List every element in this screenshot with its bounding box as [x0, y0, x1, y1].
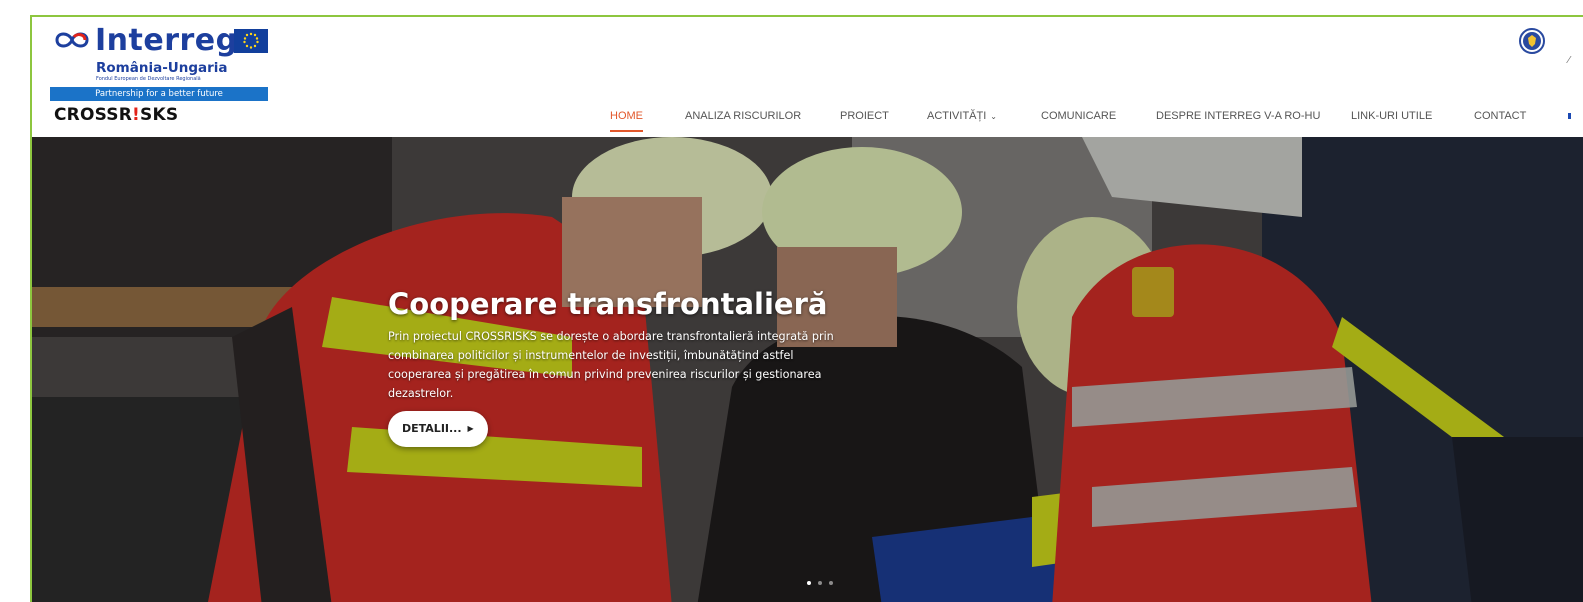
slider-dot[interactable] [818, 581, 822, 585]
hero-description: Prin proiectul CROSSRISKS se dorește o a… [388, 330, 834, 400]
nav-item-analiza-riscurilor[interactable]: ANALIZA RISCURILOR [685, 106, 801, 126]
nav-item-home[interactable]: HOME [610, 106, 643, 132]
caret-right-icon: ▶ [467, 424, 474, 433]
interreg-symbol-icon [55, 32, 89, 48]
main-nav: HOME ANALIZA RISCURILOR PROIECT ACTIVITĂ… [32, 106, 1583, 132]
nav-label: COMUNICARE [1041, 110, 1117, 122]
logo-tagline: Partnership for a better future [50, 87, 268, 101]
details-button-label: DETALII... [402, 422, 462, 435]
hero-title: Cooperare transfrontalieră [388, 287, 828, 321]
nav-item-contact[interactable]: CONTACT [1474, 106, 1526, 126]
nav-item-proiect[interactable]: PROIECT [840, 106, 889, 126]
site-header: Interreg România-Ungaria Fondul European… [32, 17, 1583, 137]
chevron-down-icon: ⌄ [990, 112, 997, 121]
eu-flag-icon [234, 29, 268, 53]
nav-label: ANALIZA RISCURILOR [685, 110, 802, 122]
nav-item-activitati[interactable]: ACTIVITĂȚI ⌄ [927, 106, 997, 127]
nav-item-despre-interreg[interactable]: DESPRE INTERREG V-A RO-HU [1156, 106, 1320, 126]
nav-label: DESPRE INTERREG V-A RO-HU [1156, 110, 1321, 122]
language-flag-icon[interactable] [1568, 113, 1571, 119]
interreg-wordmark: Interreg [95, 23, 238, 58]
logo-region: România-Ungaria [96, 60, 228, 76]
slider-dot[interactable] [829, 581, 833, 585]
cropped-glyph: ⁄ [1568, 55, 1570, 66]
logo-fund: Fondul European de Dezvoltare Regională [96, 76, 201, 82]
government-seal-icon[interactable] [1519, 28, 1545, 54]
page-frame: Interreg România-Ungaria Fondul European… [30, 15, 1583, 602]
nav-item-comunicare[interactable]: COMUNICARE [1041, 106, 1116, 126]
nav-active-indicator [610, 130, 643, 132]
hero-slider: Cooperare transfrontalieră Prin proiectu… [32, 137, 1583, 602]
nav-label: ACTIVITĂȚI [927, 110, 987, 122]
nav-label: CONTACT [1474, 110, 1527, 122]
nav-item-link-uri-utile[interactable]: LINK-URI UTILE [1351, 106, 1432, 126]
details-button[interactable]: DETALII... ▶ [388, 411, 488, 447]
nav-label: LINK-URI UTILE [1351, 110, 1433, 122]
slider-pagination [807, 570, 840, 589]
slider-dot[interactable] [807, 581, 811, 585]
nav-label: PROIECT [840, 110, 889, 122]
interreg-logo[interactable]: Interreg România-Ungaria Fondul European… [50, 23, 270, 101]
nav-label: HOME [610, 110, 643, 122]
